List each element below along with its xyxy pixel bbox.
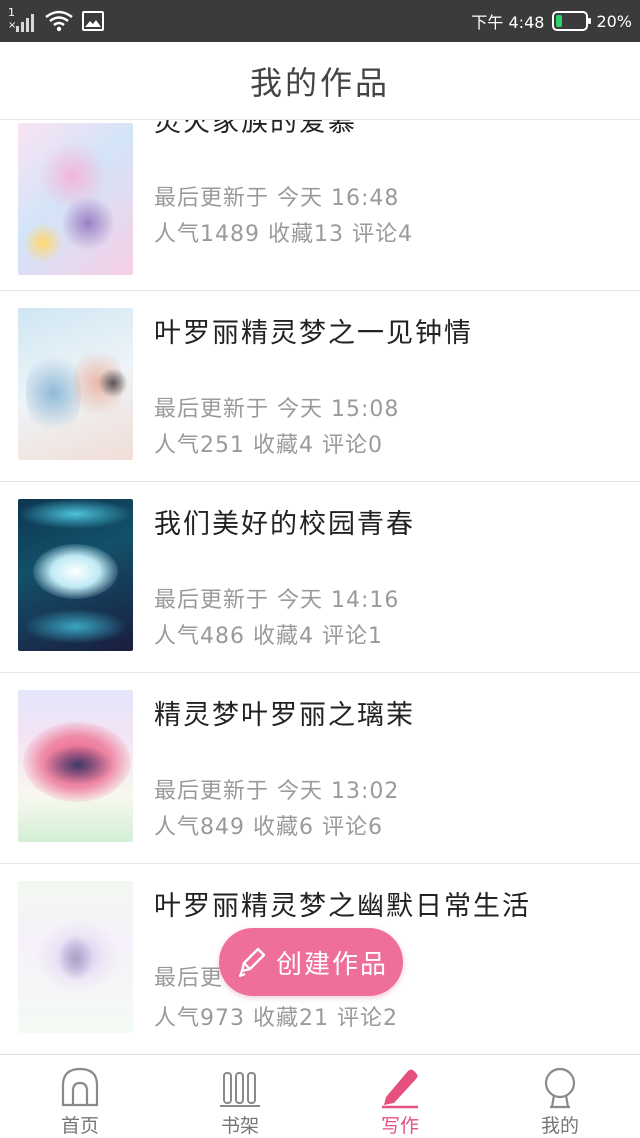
sim-slot: 1 [8,6,15,19]
status-left: 1 × [6,6,104,36]
nav-bookshelf-label: 书架 [220,1115,259,1137]
work-stats: 人气849 收藏6 评论6 [154,815,383,840]
work-updated-time: 最后更新于 今天 16:48 [154,186,400,211]
create-work-label: 创建作品 [275,949,388,980]
signal-icon: 1 × [6,6,36,34]
bottom-nav: 首页 书架 写作 我的 [0,1054,640,1138]
work-updated-time: 最后更新于 今天 14:16 [154,588,400,613]
work-item[interactable]: 灵火家族的爱慕 最后更新于 今天 16:48 人气1489 收藏13 评论4 [0,120,640,291]
battery-percent: 20% [596,11,632,31]
wifi-icon [45,10,73,32]
profile-icon [544,1067,576,1109]
status-right: 下午 4:48 20% [471,6,632,36]
bookshelf-icon [220,1072,260,1107]
nav-write[interactable]: 写作 [320,1055,480,1138]
work-updated-time: 最后更新于 今天 13:02 [154,779,400,804]
work-updated-time: 最后更新于 今天 15:08 [154,397,400,422]
work-item[interactable]: 叶罗丽精灵梦之一见钟情 最后更新于 今天 15:08 人气251 收藏4 评论0 [0,291,640,482]
work-stats: 人气486 收藏4 评论1 [154,624,383,649]
nav-write-label: 写作 [380,1115,419,1137]
work-title[interactable]: 叶罗丽精灵梦之幽默日常生活 [154,884,531,923]
work-stats: 人气251 收藏4 评论0 [154,433,383,458]
nav-home[interactable]: 首页 [0,1055,160,1138]
image-notification-icon [82,11,104,31]
work-cover-image[interactable] [18,123,133,275]
work-cover-image[interactable] [18,499,133,651]
work-title[interactable]: 灵火家族的爱慕 [154,120,357,139]
work-item[interactable]: 我们美好的校园青春 最后更新于 今天 14:16 人气486 收藏4 评论1 [0,482,640,673]
work-cover-image[interactable] [18,308,133,460]
nav-home-label: 首页 [60,1115,99,1137]
works-list[interactable]: 灵火家族的爱慕 最后更新于 今天 16:48 人气1489 收藏13 评论4 叶… [0,120,640,1054]
page-title: 我的作品 [249,63,390,102]
work-stats: 人气973 收藏21 评论2 [154,1006,398,1031]
pencil-icon [382,1069,418,1109]
work-cover-image[interactable] [18,690,133,842]
work-title[interactable]: 叶罗丽精灵梦之一见钟情 [154,311,473,350]
work-item[interactable]: 精灵梦叶罗丽之璃茉 最后更新于 今天 13:02 人气849 收藏6 评论6 [0,673,640,864]
work-cover-image[interactable] [18,881,133,1033]
pencil-icon [238,947,266,978]
status-bar: 1 × 下午 4:48 20% [0,0,640,42]
work-updated-time: 最后更 [154,966,224,991]
clock: 下午 4:48 [471,13,545,32]
create-work-button[interactable]: 创建作品 [219,928,403,996]
work-stats: 人气1489 收藏13 评论4 [154,222,413,247]
work-title[interactable]: 精灵梦叶罗丽之璃茉 [154,693,415,732]
battery-icon [552,11,592,31]
nav-profile[interactable]: 我的 [480,1055,640,1138]
home-icon [61,1067,99,1107]
title-bar: 我的作品 [0,42,640,120]
nav-profile-label: 我的 [540,1115,579,1137]
nav-bookshelf[interactable]: 书架 [160,1055,320,1138]
work-title[interactable]: 我们美好的校园青春 [154,502,415,541]
